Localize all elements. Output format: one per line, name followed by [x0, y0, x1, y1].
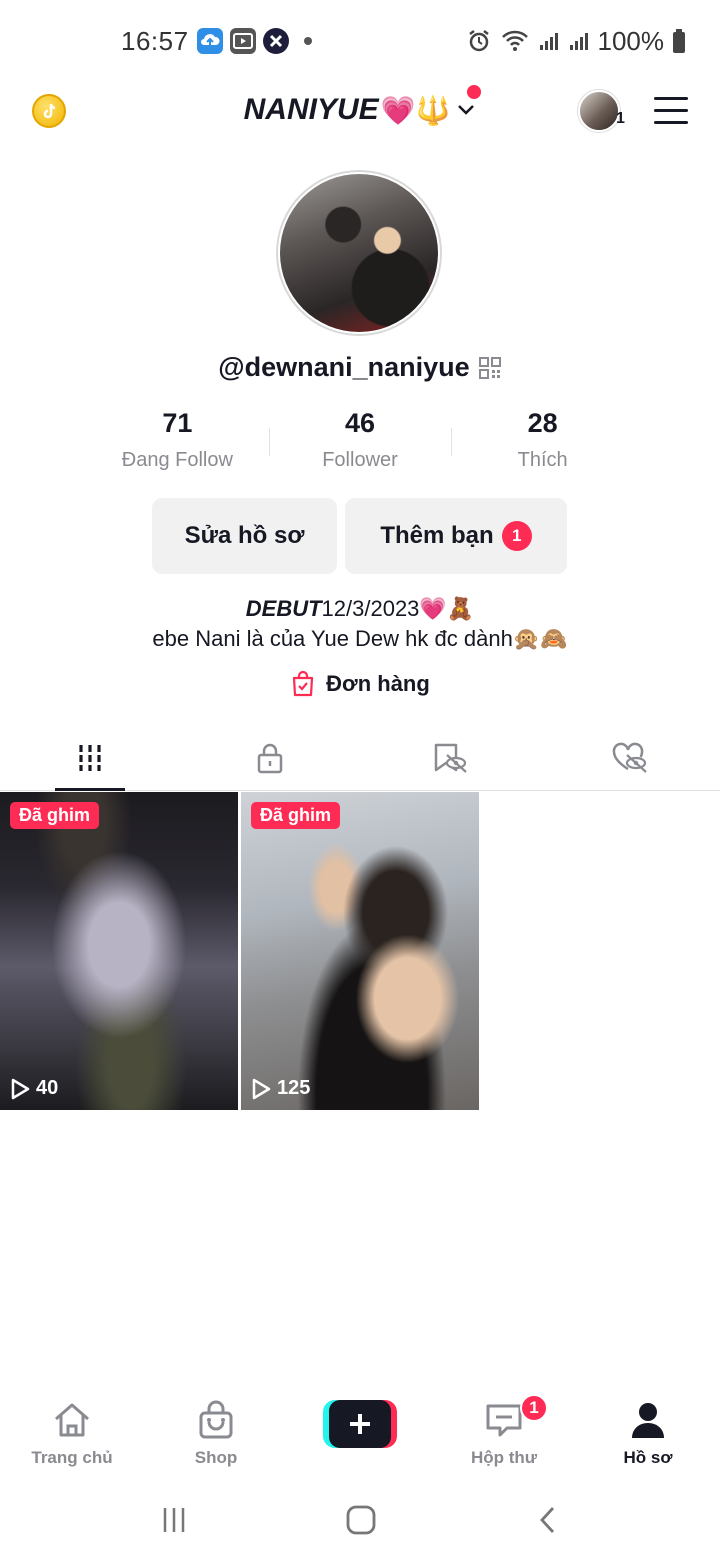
stat-value: 71	[162, 408, 193, 438]
home-icon	[50, 1398, 94, 1442]
home-button-icon[interactable]	[341, 1500, 381, 1540]
nav-shop-label: Shop	[194, 1448, 238, 1467]
username: @dewnani_naniyue	[218, 352, 470, 382]
edit-profile-button[interactable]: Sửa hồ sơ	[152, 498, 337, 574]
grid-icon	[79, 744, 101, 771]
bookmark-hidden-icon	[434, 743, 467, 773]
profile-avatar[interactable]	[276, 170, 442, 336]
view-count: 40	[10, 1077, 58, 1100]
bottom-nav: Trang chủ Shop 1 Hộp thư Hồ sơ	[0, 1390, 720, 1476]
stat-value: 28	[527, 408, 558, 438]
profile-stats: 71 Đang Follow 46 Follower 28 Thích	[86, 408, 634, 478]
nav-home[interactable]: Trang chủ	[0, 1390, 144, 1476]
profile-photo	[280, 174, 438, 332]
back-icon[interactable]	[528, 1500, 568, 1540]
avatar[interactable]	[578, 90, 620, 132]
recent-apps-icon[interactable]	[154, 1500, 194, 1540]
stat-followers[interactable]: 46 Follower	[268, 408, 452, 478]
x-app-icon	[263, 28, 289, 54]
shop-bag-icon	[194, 1398, 238, 1442]
add-friend-badge: 1	[501, 521, 532, 551]
battery-icon	[673, 29, 685, 53]
view-count-value: 40	[36, 1077, 59, 1099]
orders-link[interactable]: Đơn hàng	[0, 670, 720, 698]
inbox-badge: 1	[520, 1394, 548, 1422]
play-icon	[11, 1078, 30, 1099]
qr-code-icon[interactable]	[478, 356, 502, 380]
stat-value: 46	[344, 408, 376, 438]
cloud-upload-icon	[197, 28, 223, 54]
stat-label: Follower	[322, 449, 398, 471]
bio-line-1: DEBUT12/3/2023💗🧸	[0, 596, 720, 622]
video-icon	[230, 28, 256, 54]
plus-icon	[350, 1414, 370, 1434]
content-tabs	[0, 725, 720, 791]
chevron-down-icon	[458, 105, 475, 115]
view-count: 125	[251, 1077, 310, 1100]
create-button[interactable]	[323, 1400, 397, 1448]
nav-home-label: Trang chủ	[31, 1448, 113, 1467]
bio-line-1-rest: 12/3/2023💗🧸	[321, 596, 475, 621]
status-right: 100%	[466, 24, 687, 58]
play-icon	[252, 1078, 271, 1099]
bio-line-2: ebe Nani là của Yue Dew hk đc dành🙊🙈	[152, 626, 568, 651]
display-name-emoji: 💗🔱	[380, 94, 451, 126]
status-bar: 16:57 100%	[0, 0, 720, 82]
menu-icon[interactable]	[654, 97, 688, 125]
pinned-badge: Đã ghim	[10, 802, 100, 829]
orders-label: Đơn hàng	[326, 671, 430, 696]
add-friend-label: Thêm bạn	[380, 522, 494, 549]
battery-text: 100%	[597, 25, 665, 56]
nav-profile[interactable]: Hồ sơ	[576, 1390, 720, 1476]
stat-label: Đang Follow	[121, 449, 233, 471]
notification-dot	[304, 37, 312, 45]
signal-icon	[539, 33, 558, 50]
tab-saved[interactable]	[360, 725, 540, 790]
tab-private[interactable]	[180, 725, 360, 790]
nav-create[interactable]	[288, 1390, 432, 1476]
notification-dot	[467, 85, 481, 99]
nav-inbox-label: Hộp thư	[470, 1448, 538, 1467]
tab-liked[interactable]	[540, 725, 720, 790]
profile-icon	[626, 1398, 670, 1442]
stat-label: Thích	[517, 449, 568, 471]
system-nav	[0, 1490, 720, 1550]
display-name: NANIYUE	[243, 93, 379, 126]
account-count: 1	[616, 110, 625, 127]
tab-videos[interactable]	[0, 725, 180, 791]
pinned-badge: Đã ghim	[251, 802, 341, 829]
video-tile[interactable]: Đã ghim 40	[0, 792, 238, 1110]
add-friend-button[interactable]: Thêm bạn 1	[345, 498, 567, 574]
signal-icon	[569, 33, 588, 50]
heart-hidden-icon	[612, 742, 647, 773]
video-tile[interactable]: Đã ghim 125	[241, 792, 479, 1110]
nav-shop[interactable]: Shop	[144, 1390, 288, 1476]
nav-inbox[interactable]: 1 Hộp thư	[432, 1390, 576, 1476]
lock-icon	[257, 743, 283, 773]
shopping-bag-icon	[293, 670, 314, 697]
username-row: @dewnani_naniyue	[0, 352, 720, 383]
status-time: 16:57	[121, 26, 189, 56]
wifi-icon	[501, 30, 528, 51]
bio-debut: DEBUT	[245, 596, 322, 621]
view-count-value: 125	[277, 1077, 311, 1099]
nav-profile-label: Hồ sơ	[623, 1448, 673, 1467]
alarm-icon	[468, 30, 489, 52]
stat-likes[interactable]: 28 Thích	[451, 408, 634, 478]
stat-following[interactable]: 71 Đang Follow	[86, 408, 269, 478]
